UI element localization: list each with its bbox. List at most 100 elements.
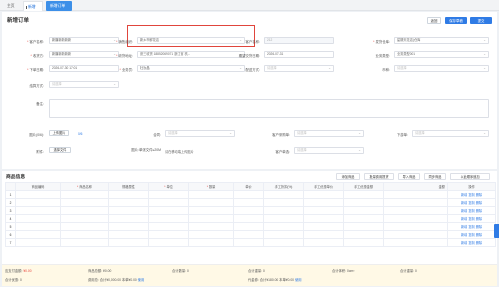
row-cell[interactable] [60,230,109,239]
row-cell[interactable] [60,214,109,223]
row-cell[interactable] [188,230,234,239]
salesman-select[interactable]: 杜汝晶 ⌄ [137,65,245,72]
row-cell[interactable] [303,222,344,231]
row-cell[interactable] [233,190,264,199]
row-cell[interactable] [188,214,234,223]
row-action-copy[interactable]: 复制 [468,225,474,229]
row-cell[interactable] [233,238,264,247]
row-cell[interactable] [148,190,189,199]
row-cell[interactable] [60,198,109,207]
row-cell[interactable] [233,222,264,231]
row-cell[interactable] [233,198,264,207]
settlement-select[interactable]: 请选择 ⌄ [49,81,119,88]
import-product-button[interactable]: 导入商品 [398,173,420,180]
row-action-copy[interactable]: 复制 [468,193,474,197]
row-action-copy[interactable]: 复制 [468,233,474,237]
receive-address-select[interactable]: 张三收货 18852069071 浙江省 杭... ⌄ [137,51,245,58]
row-cell[interactable] [303,206,344,215]
row-cell[interactable] [343,190,384,199]
row-cell[interactable] [148,230,189,239]
row-cell[interactable] [148,198,189,207]
row-action-add[interactable]: 新增 [461,217,467,221]
row-cell[interactable] [15,190,61,199]
row-cell[interactable] [148,238,189,247]
add-product-button[interactable]: 添加商品 [336,173,360,180]
submit-button[interactable]: 提交 [470,17,492,24]
row-cell[interactable] [233,206,264,215]
customer-alt-select[interactable]: 请选择 ⌄ [294,147,364,154]
sync-product-button[interactable]: 同步商品 [424,173,446,180]
row-cell[interactable] [15,214,61,223]
row-cell[interactable] [343,238,384,247]
row-action-add[interactable]: 新增 [461,201,467,205]
upload-image-button[interactable]: 上传图片 [49,130,69,136]
row-cell[interactable] [343,198,384,207]
row-cell[interactable] [343,214,384,223]
row-cell[interactable] [383,190,448,199]
row-cell[interactable] [383,214,448,223]
row-cell[interactable] [108,222,149,231]
row-cell[interactable] [343,206,384,215]
row-cell[interactable] [108,238,149,247]
row-cell[interactable] [303,238,344,247]
row-action-copy[interactable]: 复制 [468,201,474,205]
tab-new-order[interactable]: 新增订单 [23,1,43,19]
row-cell[interactable] [188,198,234,207]
side-float-button[interactable] [494,224,499,238]
row-action-copy[interactable]: 复制 [468,241,474,245]
row-cell[interactable] [148,222,189,231]
dispatch-method-select[interactable]: 请选择 ⌄ [264,65,334,72]
row-cell[interactable] [15,198,61,207]
row-cell[interactable] [108,198,149,207]
row-cell[interactable] [15,222,61,231]
row-cell[interactable] [263,230,304,239]
customer-po-select[interactable]: 请选择 ⌄ [294,130,364,137]
row-cell[interactable] [383,206,448,215]
fee-use-link[interactable]: 使用 [138,278,145,282]
row-cell[interactable] [383,230,448,239]
row-cell[interactable] [303,214,344,223]
row-cell[interactable] [383,222,448,231]
row-cell[interactable] [188,222,234,231]
row-cell[interactable] [263,214,304,223]
choose-file-button[interactable]: 选择文件 [49,147,71,153]
row-action-delete[interactable]: 删除 [476,233,482,237]
row-cell[interactable] [343,230,384,239]
row-action-delete[interactable]: 删除 [476,201,482,205]
currency-select[interactable]: 请选择 ⌄ [394,65,489,72]
row-cell[interactable] [108,206,149,215]
row-cell[interactable] [60,190,109,199]
row-action-copy[interactable]: 复制 [468,209,474,213]
batch-fee-button[interactable]: 批量费用提货 [364,173,394,180]
row-action-add[interactable]: 新增 [461,209,467,213]
row-cell[interactable] [303,230,344,239]
row-cell[interactable] [233,214,264,223]
row-cell[interactable] [188,190,234,199]
row-cell[interactable] [263,206,304,215]
append-order-button[interactable]: 以此顺序追加 [450,173,490,180]
row-action-delete[interactable]: 删除 [476,225,482,229]
row-cell[interactable] [60,206,109,215]
row-cell[interactable] [60,238,109,247]
business-type-select[interactable]: 业务类型001 ⌄ [394,51,489,58]
row-cell[interactable] [263,238,304,247]
row-cell[interactable] [108,230,149,239]
tab-new-order-active[interactable]: 新增订单✕ [46,1,72,18]
contract-select[interactable]: 请选择 ⌄ [165,130,235,137]
row-cell[interactable] [108,214,149,223]
downstream-select[interactable]: 请选择 ⌄ [412,130,489,137]
row-cell[interactable] [188,206,234,215]
row-cell[interactable] [60,222,109,231]
row-cell[interactable] [303,198,344,207]
row-action-delete[interactable]: 删除 [476,217,482,221]
row-cell[interactable] [233,230,264,239]
sales-org-select[interactable]: 新乡市鲜花店 ⌄ [137,37,245,44]
row-cell[interactable] [263,198,304,207]
row-cell[interactable] [148,214,189,223]
row-cell[interactable] [148,206,189,215]
delivery-date-field[interactable]: 2026-07-31 [264,51,334,58]
row-cell[interactable] [15,238,61,247]
back-button[interactable]: 返回 [427,17,441,24]
row-action-delete[interactable]: 删除 [476,193,482,197]
row-cell[interactable] [263,222,304,231]
